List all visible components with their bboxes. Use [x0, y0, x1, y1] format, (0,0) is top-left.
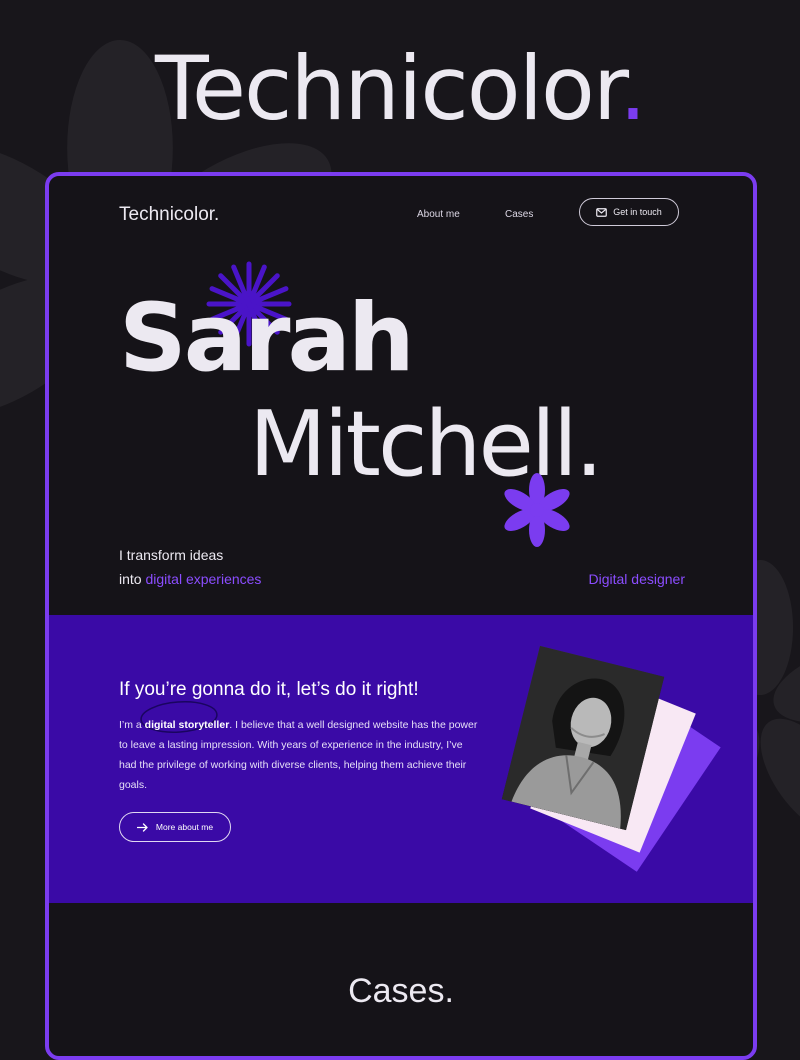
- hero-title: Technicolor.: [0, 34, 800, 144]
- tagline-line-2: into digital experiences: [119, 567, 261, 591]
- about-text-prefix: I’m a: [119, 719, 145, 731]
- cases-title: Cases.: [348, 972, 454, 1010]
- about-text: I’m a digital storyteller. I believe tha…: [119, 715, 479, 795]
- nav-link-cases[interactable]: Cases: [505, 209, 533, 220]
- mail-icon: [596, 207, 608, 217]
- flower-icon: [504, 473, 570, 547]
- arrow-right-icon: [136, 822, 148, 832]
- tagline-prefix: into: [119, 571, 146, 587]
- first-name: Sarah: [119, 284, 415, 393]
- get-in-touch-label: Get in touch: [613, 207, 662, 217]
- hero-title-dot: .: [618, 37, 647, 140]
- last-name-dot: .: [574, 392, 604, 497]
- tagline-line-1: I transform ideas: [119, 547, 224, 563]
- get-in-touch-button[interactable]: Get in touch: [579, 198, 679, 226]
- tagline-accent: digital experiences: [145, 571, 262, 587]
- hero-title-text: Technicolor: [155, 37, 621, 140]
- more-about-me-button[interactable]: More about me: [119, 812, 231, 842]
- about-text-bold: digital storyteller: [144, 719, 230, 731]
- tagline: I transform ideas into digital experienc…: [119, 543, 261, 591]
- about-heading: If you’re gonna do it, let’s do it right…: [119, 679, 419, 700]
- portrait-stack: [499, 641, 729, 881]
- nav-logo[interactable]: Technicolor.: [119, 204, 219, 226]
- nav-link-about[interactable]: About me: [417, 209, 460, 220]
- more-about-me-label: More about me: [155, 822, 214, 832]
- role-label: Digital designer: [588, 571, 686, 587]
- website-preview-frame: Technicolor. About me Cases Get in touch…: [45, 172, 757, 1060]
- about-section: If you’re gonna do it, let’s do it right…: [49, 615, 753, 903]
